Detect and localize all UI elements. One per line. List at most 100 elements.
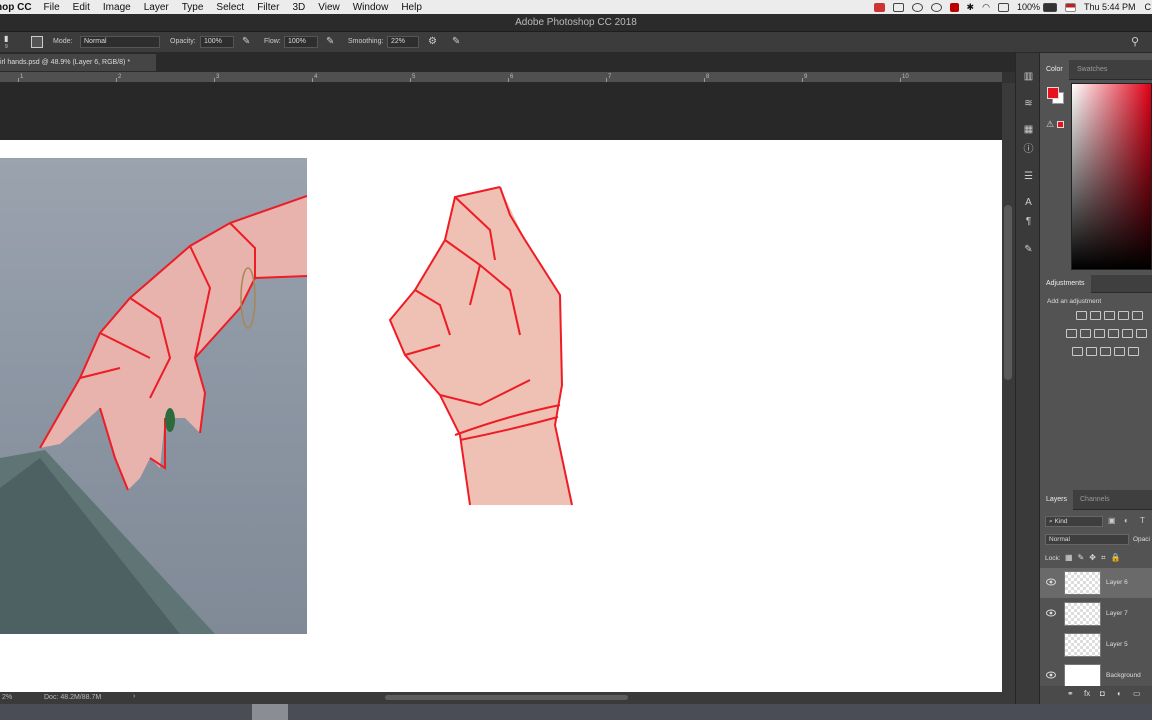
menu-layer[interactable]: Layer: [144, 2, 169, 13]
layer-name[interactable]: Layer 6: [1106, 579, 1128, 586]
layer-thumbnail[interactable]: [1064, 602, 1101, 626]
layer-thumbnail[interactable]: [1064, 571, 1101, 595]
smoothing-field[interactable]: 22%: [387, 36, 419, 48]
opacity-field[interactable]: 100%: [200, 36, 234, 48]
menubar-overflow[interactable]: C: [1145, 2, 1152, 12]
paragraph-icon[interactable]: ¶: [1022, 215, 1035, 228]
clock-icon[interactable]: [930, 2, 942, 12]
horizontal-ruler[interactable]: 1 2 3 4 5 6 7 8 9 10: [0, 72, 1002, 83]
pressure-opacity-icon[interactable]: ✎: [242, 36, 250, 47]
layer-row[interactable]: Layer 6: [1040, 568, 1152, 598]
tab-layers[interactable]: Layers: [1040, 490, 1074, 510]
blend-mode-select[interactable]: Normal: [1045, 534, 1129, 545]
tab-adjustments[interactable]: Adjustments: [1040, 275, 1091, 293]
mask-icon[interactable]: ◘: [1100, 689, 1105, 698]
levels-icon[interactable]: [1090, 311, 1101, 320]
menubar-clock[interactable]: Thu 5:44 PM: [1084, 2, 1136, 12]
gradient-map-icon[interactable]: [1128, 347, 1139, 356]
menu-view[interactable]: View: [318, 2, 340, 13]
menu-image[interactable]: Image: [103, 2, 131, 13]
horizontal-scroll-thumb[interactable]: [385, 695, 628, 700]
tab-swatches[interactable]: Swatches: [1071, 60, 1113, 80]
info-icon[interactable]: ⓘ: [1022, 143, 1035, 156]
filter-adjustment-icon[interactable]: ◐: [1124, 516, 1129, 525]
character-icon[interactable]: A: [1022, 196, 1035, 209]
channel-mixer-icon[interactable]: [1122, 329, 1133, 338]
brush-presets-icon[interactable]: ≋: [1022, 97, 1035, 110]
tool-presets-icon[interactable]: ✎: [1022, 243, 1035, 256]
color-lookup-icon[interactable]: [1136, 329, 1147, 338]
layer-thumbnail[interactable]: [1064, 633, 1101, 657]
menu-help[interactable]: Help: [401, 2, 422, 13]
menu-file[interactable]: File: [44, 2, 60, 13]
layer-filter-select[interactable]: ⌕ Kind: [1045, 516, 1103, 527]
brush-settings-icon[interactable]: [31, 36, 43, 48]
menu-edit[interactable]: Edit: [73, 2, 90, 13]
dock-item[interactable]: [252, 704, 288, 720]
record-icon[interactable]: [949, 2, 959, 12]
layer-thumbnail[interactable]: [1064, 664, 1101, 688]
airplay-icon[interactable]: [997, 2, 1009, 12]
filter-pixel-icon[interactable]: ▣: [1108, 516, 1116, 525]
wifi-icon[interactable]: ◠: [982, 2, 990, 13]
invert-icon[interactable]: [1072, 347, 1083, 356]
visibility-eye-icon[interactable]: [1046, 578, 1056, 586]
color-balance-icon[interactable]: [1080, 329, 1091, 338]
gamut-color-chip[interactable]: [1057, 121, 1064, 128]
creative-cloud-icon[interactable]: [873, 2, 885, 12]
foreground-color-swatch[interactable]: [1047, 87, 1059, 99]
app-menu[interactable]: hop CC: [0, 2, 32, 13]
tab-color[interactable]: Color: [1040, 60, 1069, 80]
vertical-scroll-thumb[interactable]: [1004, 205, 1012, 380]
swatches-icon[interactable]: ▦: [1022, 123, 1035, 136]
lock-icons[interactable]: ▦✎✥⌗🔒: [1065, 553, 1125, 563]
layer-name[interactable]: Layer 7: [1106, 610, 1128, 617]
color-spectrum[interactable]: [1071, 83, 1152, 270]
flag-icon[interactable]: [1064, 2, 1076, 12]
sync-icon[interactable]: [911, 2, 923, 12]
layer-name[interactable]: Layer 5: [1106, 641, 1128, 648]
photo-filter-icon[interactable]: [1108, 329, 1119, 338]
threshold-icon[interactable]: [1100, 347, 1111, 356]
document-tab[interactable]: irl hands.psd @ 48.9% (Layer 6, RGB/8) *: [0, 54, 156, 71]
vibrance-icon[interactable]: [1132, 311, 1143, 320]
layer-name[interactable]: Background: [1106, 672, 1141, 679]
menu-3d[interactable]: 3D: [292, 2, 305, 13]
search-icon[interactable]: ⚲: [1131, 35, 1139, 48]
window-icon[interactable]: [892, 2, 904, 12]
layer-row[interactable]: Layer 5: [1040, 630, 1152, 660]
bluetooth-icon[interactable]: ✱: [967, 2, 975, 13]
link-layers-icon[interactable]: ⚭: [1067, 689, 1074, 698]
tab-channels[interactable]: Channels: [1074, 490, 1116, 510]
battery-icon[interactable]: [1042, 2, 1057, 12]
status-menu-arrow[interactable]: ›: [133, 693, 135, 700]
posterize-icon[interactable]: [1086, 347, 1097, 356]
black-white-icon[interactable]: [1094, 329, 1105, 338]
curves-icon[interactable]: [1104, 311, 1115, 320]
visibility-eye-icon[interactable]: [1046, 640, 1056, 648]
visibility-eye-icon[interactable]: [1046, 609, 1056, 617]
gamut-warning-icon[interactable]: ⚠: [1046, 119, 1054, 130]
fx-button[interactable]: fx: [1084, 689, 1090, 698]
menu-type[interactable]: Type: [182, 2, 204, 13]
exposure-icon[interactable]: [1118, 311, 1129, 320]
new-group-icon[interactable]: ▭: [1133, 689, 1141, 698]
menu-filter[interactable]: Filter: [257, 2, 279, 13]
properties-icon[interactable]: ☰: [1022, 170, 1035, 183]
menu-window[interactable]: Window: [353, 2, 389, 13]
filter-type-icon[interactable]: T: [1140, 516, 1145, 525]
airbrush-icon[interactable]: ✎: [326, 36, 334, 47]
hue-saturation-icon[interactable]: [1066, 329, 1077, 338]
vertical-scrollbar[interactable]: [1002, 83, 1015, 692]
gear-icon[interactable]: ⚙: [428, 36, 437, 47]
selective-color-icon[interactable]: [1114, 347, 1125, 356]
zoom-readout[interactable]: 2%: [2, 694, 12, 701]
menu-select[interactable]: Select: [216, 2, 244, 13]
new-adjustment-icon[interactable]: ◐: [1117, 689, 1122, 698]
mode-select[interactable]: Normal: [80, 36, 160, 48]
brightness-icon[interactable]: [1076, 311, 1087, 320]
brush-preset-icon[interactable]: ▮: [4, 34, 8, 43]
flow-field[interactable]: 100%: [284, 36, 318, 48]
history-icon[interactable]: ▥: [1022, 70, 1035, 83]
layer-row[interactable]: Layer 7: [1040, 599, 1152, 629]
